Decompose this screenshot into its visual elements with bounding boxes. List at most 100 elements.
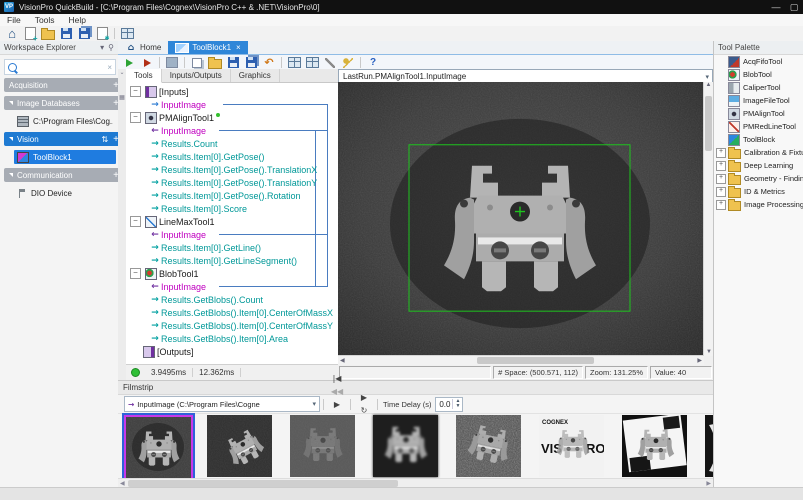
palette-tool-pmredlinetool[interactable]: PMRedLineTool: [714, 120, 803, 133]
new-acquisition-button[interactable]: [93, 27, 111, 40]
home-button[interactable]: ⌂: [3, 27, 21, 40]
section-acquisition[interactable]: Acquisition+: [4, 78, 124, 92]
image-vertical-scrollbar[interactable]: ▲▼: [703, 82, 713, 356]
pin-icon[interactable]: ⚲: [108, 43, 114, 52]
section-communication[interactable]: Communication+: [4, 168, 124, 182]
panel-menu-icon[interactable]: ▾: [100, 43, 104, 52]
tree-node-results-item-0-getpose-translationx[interactable]: →Results.Item[0].GetPose().TranslationX: [127, 163, 337, 176]
tree-node-results-item-0-getpose-rotation[interactable]: →Results.Item[0].GetPose().Rotation: [127, 189, 337, 202]
minimize-button[interactable]: —: [767, 0, 785, 14]
tab-toolblock1[interactable]: ToolBlock1×: [168, 41, 247, 54]
access-settings-button[interactable]: [339, 56, 357, 69]
palette-tool-toolblock[interactable]: ToolBlock: [714, 133, 803, 146]
tree-node-results-item-0-getpose-[interactable]: →Results.Item[0].GetPose(): [127, 150, 337, 163]
tree-node-results-item-0-getpose-translationy[interactable]: →Results.Item[0].GetPose().TranslationY: [127, 176, 337, 189]
time-delay-spinner[interactable]: 0.0 ▲▼: [435, 397, 463, 412]
run-continuous-button[interactable]: [138, 56, 156, 69]
save-tool-button[interactable]: [224, 56, 242, 69]
input-grid-button[interactable]: [303, 56, 321, 69]
thumbnail-part-textured-background[interactable]: [456, 415, 521, 477]
expander-icon[interactable]: [9, 173, 13, 177]
palette-tool-imagefiletool[interactable]: ImageFileTool: [714, 94, 803, 107]
tree-expander-icon[interactable]: −: [130, 86, 141, 97]
show-image-window-button[interactable]: [163, 56, 181, 69]
first-frame-button[interactable]: |◀: [327, 372, 347, 385]
palette-tab-icon[interactable]: ▦: [118, 94, 126, 101]
tree-node-results-getblobs-item-0-centerofmassx[interactable]: →Results.GetBlobs().Item[0].CenterOfMass…: [127, 306, 337, 319]
tree-node-inputimage[interactable]: ←InputImage: [127, 228, 337, 241]
new-job-button[interactable]: [21, 27, 39, 40]
tree-expander-icon[interactable]: −: [130, 112, 141, 123]
tree-node-results-getblobs-item-0-centerofmassy[interactable]: →Results.GetBlobs().Item[0].CenterOfMass…: [127, 319, 337, 332]
save-job-button[interactable]: [57, 27, 75, 40]
close-tab-icon[interactable]: ×: [236, 43, 241, 52]
edit-tools-button[interactable]: [321, 56, 339, 69]
maximize-button[interactable]: ▢: [785, 0, 803, 14]
editor-tab-inputs-outputs[interactable]: Inputs/Outputs: [162, 69, 231, 82]
previous-frame-button[interactable]: ◀◀: [327, 385, 347, 398]
thumbnail-part-on-document[interactable]: [622, 415, 687, 477]
palette-folder-geometry-finding-fitting[interactable]: +Geometry - Finding & Fitting: [714, 172, 803, 185]
folder-expander-icon[interactable]: +: [716, 161, 726, 171]
thumbnail-part-rotated[interactable]: [207, 415, 272, 477]
save-all-button[interactable]: [75, 27, 93, 40]
palette-folder-calibration-fixturing[interactable]: +Calibration & Fixturing: [714, 146, 803, 159]
thumbnail-part-faded[interactable]: [290, 415, 355, 477]
tree-node-linemaxtool1[interactable]: −LineMaxTool1: [127, 215, 337, 228]
clear-search-icon[interactable]: ×: [107, 63, 112, 72]
undo-button[interactable]: ↶: [260, 56, 278, 69]
tree-node-results-getblobs-item-0-area[interactable]: →Results.GetBlobs().Item[0].Area: [127, 332, 337, 345]
workspace-search-input[interactable]: [17, 61, 107, 73]
palette-folder-id-metrics[interactable]: +ID & Metrics: [714, 185, 803, 198]
tree-node-inputimage[interactable]: ←InputImage: [127, 124, 337, 137]
result-grid-button[interactable]: [285, 56, 303, 69]
workspace-item-c-program-files-cog-[interactable]: C:\Program Files\Cog...: [14, 114, 116, 128]
palette-tool-blobtool[interactable]: BlobTool: [714, 68, 803, 81]
tree-expander-icon[interactable]: −: [130, 216, 141, 227]
spin-down-icon[interactable]: ▼: [453, 404, 462, 409]
help-button[interactable]: ?: [364, 56, 382, 69]
section-vision[interactable]: Vision⇅+: [4, 132, 124, 146]
thumbnail-part-normal[interactable]: [124, 415, 193, 479]
thumbnail-part-dark-partial[interactable]: [705, 415, 713, 477]
import-tool-button[interactable]: [242, 56, 260, 69]
palette-folder-deep-learning[interactable]: +Deep Learning: [714, 159, 803, 172]
image-horizontal-scrollbar[interactable]: ◀▶: [338, 355, 704, 365]
tree-node-results-count[interactable]: →Results.Count: [127, 137, 337, 150]
sort-icon[interactable]: ⇅: [101, 135, 108, 144]
palette-tool-calipertool[interactable]: CaliperTool: [714, 81, 803, 94]
folder-expander-icon[interactable]: +: [716, 174, 726, 184]
tree-node-results-item-0-getline-[interactable]: →Results.Item[0].GetLine(): [127, 241, 337, 254]
folder-expander-icon[interactable]: +: [716, 200, 726, 210]
menu-tools[interactable]: Tools: [28, 15, 62, 25]
run-to-end-button[interactable]: ▶: [354, 391, 374, 404]
thumbnail-part-blurred[interactable]: [373, 415, 438, 477]
editor-tab-tools[interactable]: Tools: [126, 69, 162, 83]
folder-expander-icon[interactable]: +: [716, 187, 726, 197]
thumbnail-cognex-visionpro-label[interactable]: COGNEXVISRO: [539, 415, 604, 477]
expander-icon[interactable]: [9, 137, 13, 141]
tree-node--outputs-[interactable]: [Outputs]: [127, 345, 337, 358]
menu-help[interactable]: Help: [62, 15, 93, 25]
section-image-databases[interactable]: Image Databases+: [4, 96, 124, 110]
expander-icon[interactable]: [9, 101, 13, 105]
workspace-item-dio-device[interactable]: DIO Device: [14, 186, 116, 200]
copy-tool-button[interactable]: [188, 56, 206, 69]
palette-tool-acqfifotool[interactable]: AcqFifoTool: [714, 55, 803, 68]
play-frame-button[interactable]: ▶: [327, 398, 347, 411]
filmstrip-source-dropdown[interactable]: → InputImage (C:\Program Files\Cogne ▾: [124, 396, 320, 412]
tree-expander-icon[interactable]: −: [130, 268, 141, 279]
menu-file[interactable]: File: [0, 15, 28, 25]
tree-node--inputs-[interactable]: −[Inputs]: [127, 85, 337, 98]
tree-node-inputimage[interactable]: →InputImage: [127, 98, 337, 111]
folder-expander-icon[interactable]: +: [716, 148, 726, 158]
workspace-item-toolblock1[interactable]: ToolBlock1: [14, 150, 116, 164]
job-manager-button[interactable]: [118, 27, 136, 40]
tree-node-inputimage[interactable]: ←InputImage: [127, 280, 337, 293]
run-button[interactable]: [120, 56, 138, 69]
palette-folder-image-processing[interactable]: +Image Processing: [714, 198, 803, 211]
tree-node-results-item-0-getlinesegment-[interactable]: →Results.Item[0].GetLineSegment(): [127, 254, 337, 267]
editor-tab-graphics[interactable]: Graphics: [231, 69, 280, 82]
open-job-button[interactable]: [39, 27, 57, 40]
tree-node-blobtool1[interactable]: −BlobTool1: [127, 267, 337, 280]
